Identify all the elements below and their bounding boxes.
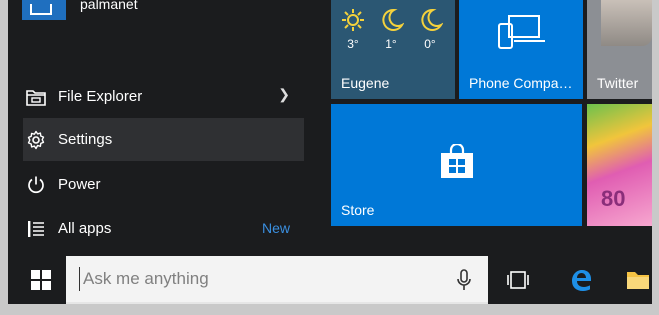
edge-button[interactable]: [559, 256, 603, 304]
folder-icon: [627, 272, 649, 289]
chevron-right-icon[interactable]: ❯: [278, 86, 290, 103]
edge-icon: [572, 270, 591, 291]
phone-laptop-icon: [497, 14, 547, 53]
menu-item-all-apps[interactable]: All apps New: [23, 207, 304, 250]
tile-store[interactable]: Store: [331, 104, 582, 226]
tile-candy-crush[interactable]: 80: [587, 104, 652, 226]
weather-day: 1°: [376, 8, 406, 51]
twitter-photo: [601, 0, 652, 46]
file-explorer-button[interactable]: [616, 256, 652, 304]
start-button[interactable]: [16, 256, 66, 304]
windows-logo-icon: [31, 270, 51, 290]
tile-label: Eugene: [341, 75, 390, 91]
weather-temp: 3°: [347, 37, 359, 51]
start-menu: palmanet File Explorer ❯ Settings Power: [8, 0, 652, 256]
screen: palmanet File Explorer ❯ Settings Power: [8, 0, 652, 304]
list-icon: [25, 218, 47, 240]
menu-item-label: Power: [58, 176, 101, 193]
task-view-button[interactable]: [496, 256, 540, 304]
store-bag-icon: [439, 142, 475, 183]
menu-item-file-explorer[interactable]: File Explorer ❯: [23, 75, 304, 118]
moon-icon: [382, 8, 405, 31]
menu-item-label: Settings: [58, 131, 113, 148]
tile-label: Twitter: [597, 75, 639, 91]
tile-label: Store: [341, 202, 375, 218]
new-badge: New: [261, 220, 290, 236]
power-icon: [25, 174, 47, 196]
task-view-icon: [507, 271, 529, 289]
search-input[interactable]: [79, 267, 443, 291]
weather-day: 0°: [415, 8, 445, 51]
menu-item-power[interactable]: Power: [23, 163, 304, 206]
folder-icon: [25, 86, 47, 108]
sun-icon: [342, 9, 364, 31]
weather-temp: 1°: [385, 37, 397, 51]
menu-item-settings[interactable]: Settings: [23, 118, 304, 161]
taskbar: [8, 256, 652, 304]
tile-label: Phone Compa…: [469, 75, 573, 91]
tile-twitter[interactable]: Twitter: [587, 0, 652, 99]
gear-icon: [25, 129, 47, 151]
menu-item-label: File Explorer: [58, 88, 143, 105]
microphone-icon[interactable]: [457, 269, 471, 296]
user-account[interactable]: palmanet: [22, 0, 138, 20]
candy-number: 80: [601, 186, 626, 211]
weather-temp: 0°: [424, 37, 436, 51]
tile-phone-companion[interactable]: Phone Compa…: [459, 0, 583, 99]
user-avatar: [22, 0, 66, 20]
weather-day: 3°: [338, 8, 368, 51]
tile-weather[interactable]: 3° 1° 0° Eugene: [331, 0, 455, 99]
menu-item-label: All apps: [58, 220, 112, 237]
cortana-search-box[interactable]: [66, 256, 488, 304]
moon-icon: [421, 8, 444, 31]
user-name: palmanet: [80, 0, 138, 12]
